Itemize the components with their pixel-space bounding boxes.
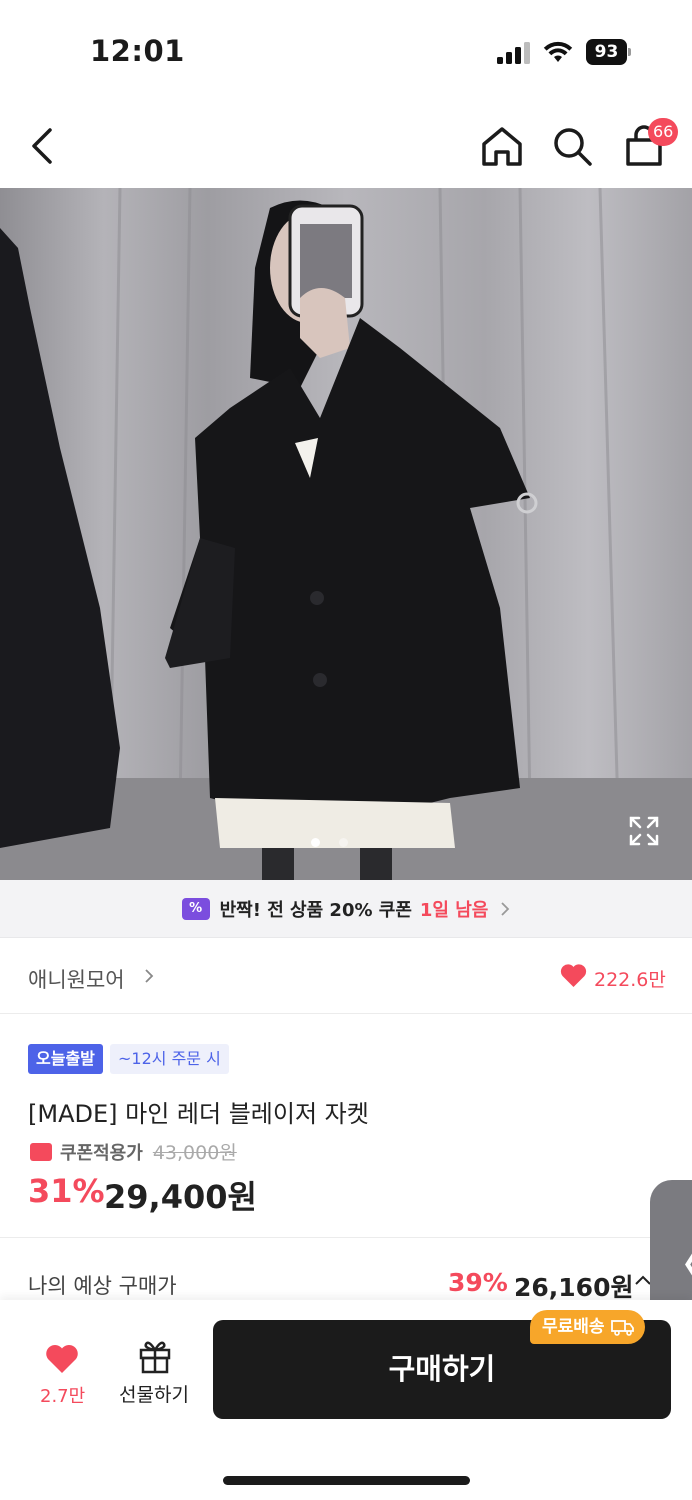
carousel-dot	[339, 838, 348, 847]
expected-price: 26,160원	[514, 1273, 634, 1302]
expected-price-row[interactable]: 나의 예상 구매가 39% 26,160원	[0, 1238, 692, 1302]
back-icon[interactable]	[22, 124, 62, 168]
heart-icon[interactable]	[45, 1344, 79, 1374]
chevron-right-icon	[501, 901, 510, 916]
coupon-remaining: 1일 남음	[419, 899, 489, 921]
search-icon[interactable]	[550, 124, 596, 168]
cart-count-badge: 66	[648, 118, 679, 146]
wifi-icon	[543, 41, 573, 62]
product-name: [MADE] 마인 레더 블레이저 자켓	[28, 1100, 369, 1128]
gift-icon[interactable]	[137, 1338, 173, 1374]
coupon-ticket-icon	[30, 1142, 52, 1161]
store-like-count: 222.6만	[594, 969, 666, 991]
bottom-action-bar: 2.7만 선물하기 구매하기 무료배송	[0, 1300, 692, 1500]
home-icon[interactable]	[478, 124, 526, 168]
today-shipping-badge: 오늘출발	[28, 1044, 103, 1074]
store-name-link[interactable]: 애니원모어	[28, 964, 125, 994]
coupon-banner-text: 반짝! 전 상품 20% 쿠폰	[219, 899, 412, 921]
order-cutoff-badge: ~12시 주문 시	[110, 1044, 229, 1074]
product-info: 오늘출발 ~12시 주문 시 [MADE] 마인 레더 블레이저 자켓 쿠폰적용…	[0, 1014, 692, 1238]
carousel-dots	[311, 838, 351, 848]
coupon-banner[interactable]: % 반짝! 전 상품 20% 쿠폰 1일 남음	[0, 880, 692, 938]
coupon-applied-label: 쿠폰적용가	[60, 1142, 143, 1164]
coupon-price-row: 쿠폰적용가 43,000원	[30, 1138, 237, 1165]
status-time: 12:01	[90, 34, 185, 68]
status-bar: 12:01 93	[0, 0, 692, 100]
gift-label[interactable]: 선물하기	[119, 1380, 189, 1407]
battery-level: 93	[586, 39, 627, 65]
chevron-right-icon[interactable]	[144, 968, 154, 984]
expand-fullscreen-icon[interactable]	[628, 815, 660, 847]
top-nav	[0, 100, 692, 188]
original-price: 43,000원	[152, 1142, 237, 1164]
store-row: 애니원모어 222.6만	[0, 938, 692, 1014]
product-image-carousel[interactable]	[0, 188, 692, 880]
like-count: 2.7만	[40, 1386, 86, 1407]
expected-price-label: 나의 예상 구매가	[28, 1274, 177, 1298]
carousel-dot-active	[311, 838, 320, 847]
sale-price: 29,400원	[104, 1178, 257, 1216]
free-shipping-text: 무료배송	[542, 1317, 605, 1337]
truck-icon	[610, 1320, 634, 1336]
home-indicator	[223, 1476, 470, 1485]
heart-icon[interactable]	[560, 963, 587, 988]
cellular-signal-icon	[497, 42, 530, 64]
chevron-left-icon: 〈	[660, 1230, 692, 1294]
product-photo	[0, 188, 692, 880]
expected-discount: 39%	[448, 1268, 508, 1297]
coupon-icon: %	[181, 897, 210, 920]
discount-rate: 31%	[28, 1172, 105, 1210]
free-shipping-badge: 무료배송	[530, 1310, 645, 1344]
battery-icon: 93	[586, 39, 631, 65]
